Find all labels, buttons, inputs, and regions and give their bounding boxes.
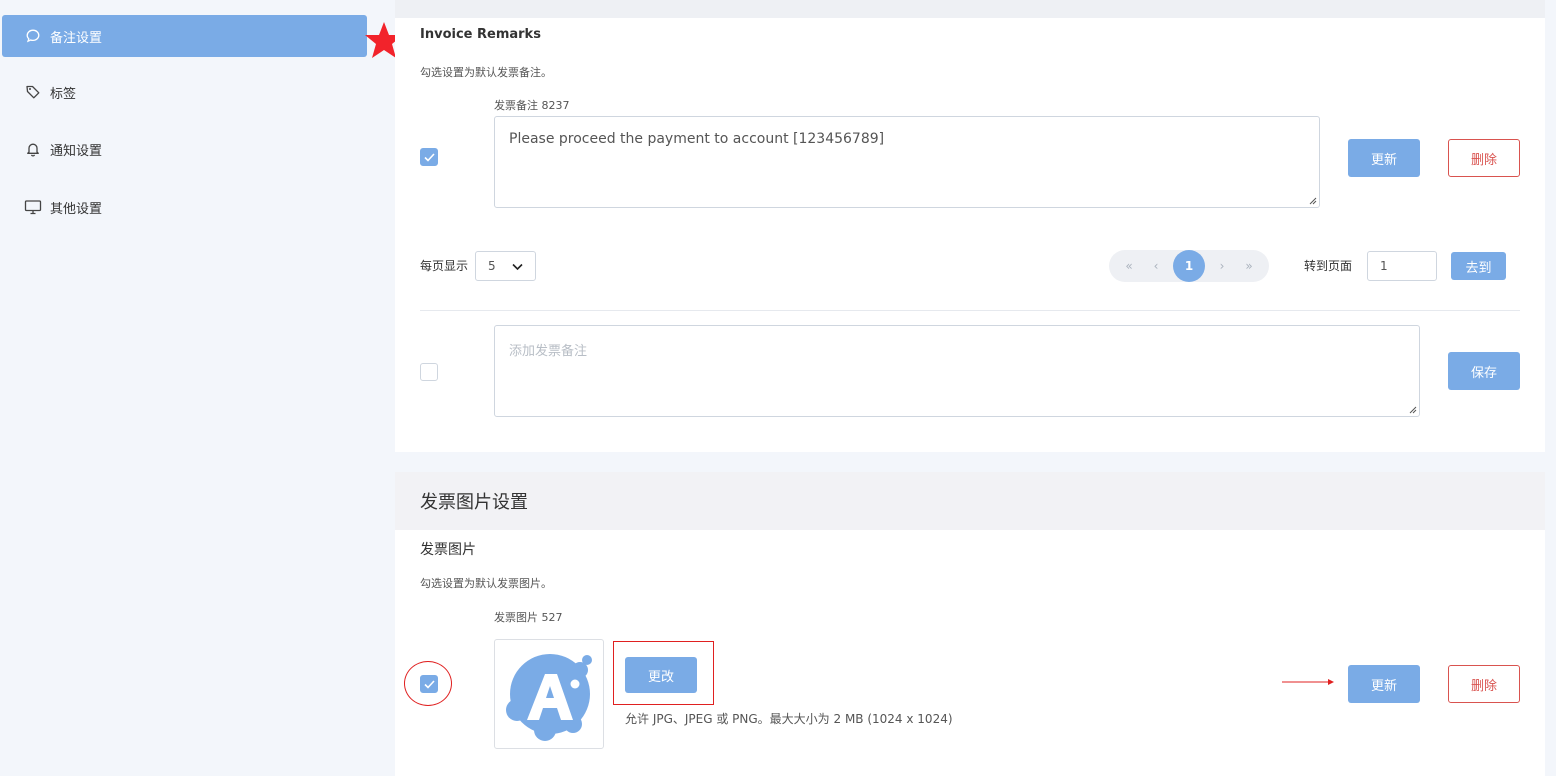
goto-page-value: 1 [1380, 259, 1388, 273]
pagination-next[interactable]: › [1212, 259, 1232, 273]
remark-textarea[interactable]: Please proceed the payment to account [1… [494, 116, 1320, 208]
delete-remark-button[interactable]: 删除 [1448, 139, 1520, 177]
resize-grip-icon[interactable] [1307, 195, 1317, 205]
sidebar-item-remark-settings[interactable]: 备注设置 [2, 15, 367, 57]
per-page-value: 5 [488, 259, 496, 273]
remarks-title: Invoice Remarks [420, 27, 541, 42]
chat-bubble-icon [24, 27, 42, 45]
delete-image-button[interactable]: 删除 [1448, 665, 1520, 703]
new-remark-checkbox[interactable] [420, 363, 438, 381]
bell-icon [24, 140, 42, 158]
sidebar-item-label: 其他设置 [50, 201, 103, 217]
save-remark-button[interactable]: 保存 [1448, 352, 1520, 390]
arrow-annotation-icon [1282, 679, 1334, 685]
app-logo-icon [506, 654, 592, 741]
remark-default-checkbox[interactable] [420, 148, 438, 166]
checkmark-icon [423, 679, 435, 689]
sidebar-item-other-settings[interactable]: 其他设置 [2, 186, 367, 228]
sidebar-item-label: 备注设置 [50, 30, 103, 46]
remark-item-label: 发票备注 8237 [494, 99, 570, 112]
sidebar-item-label: 标签 [50, 86, 77, 102]
image-item-label: 发票图片 527 [494, 611, 563, 624]
sidebar-item-label: 通知设置 [50, 143, 103, 159]
invoice-image-card: 发票图片 勾选设置为默认发票图片。 发票图片 527 更改 允许 JPG、JPE… [395, 530, 1545, 776]
remark-text: Please proceed the payment to account [1… [509, 131, 885, 147]
image-hint: 勾选设置为默认发票图片。 [420, 577, 552, 590]
update-remark-button[interactable]: 更新 [1348, 139, 1420, 177]
monitor-icon [24, 198, 42, 216]
remarks-hint: 勾选设置为默认发票备注。 [420, 66, 552, 79]
per-page-label: 每页显示 [420, 259, 469, 273]
divider [420, 310, 1520, 311]
pagination-first[interactable]: « [1119, 259, 1139, 273]
pagination-prev[interactable]: ‹ [1146, 259, 1166, 273]
resize-grip-icon[interactable] [1407, 404, 1417, 414]
sidebar: 备注设置 标签 通知设置 其他设置 [0, 0, 403, 776]
image-default-checkbox[interactable] [420, 675, 438, 693]
goto-page-input[interactable]: 1 [1367, 251, 1437, 281]
pagination-last[interactable]: » [1239, 259, 1259, 273]
per-page-select[interactable]: 5 [475, 251, 536, 281]
main-content: Invoice Remarks 勾选设置为默认发票备注。 发票备注 8237 P… [395, 0, 1545, 776]
goto-page-label: 转到页面 [1304, 259, 1353, 273]
pagination-current[interactable]: 1 [1173, 250, 1205, 282]
change-image-button[interactable]: 更改 [625, 657, 697, 693]
invoice-image-preview [494, 639, 604, 749]
update-image-button[interactable]: 更新 [1348, 665, 1420, 703]
image-settings-title: 发票图片设置 [420, 492, 528, 513]
top-band [395, 0, 1545, 18]
chevron-down-icon [512, 263, 523, 271]
pagination: « ‹ 1 › » [1109, 250, 1269, 282]
allowed-formats-note: 允许 JPG、JPEG 或 PNG。最大大小为 2 MB (1024 x 102… [625, 712, 953, 726]
tag-icon [24, 83, 42, 101]
sidebar-item-notification-settings[interactable]: 通知设置 [2, 128, 367, 170]
new-remark-textarea[interactable]: 添加发票备注 [494, 325, 1420, 417]
image-settings-header: 发票图片设置 [395, 472, 1545, 530]
new-remark-placeholder: 添加发票备注 [509, 344, 588, 359]
invoice-remarks-card: Invoice Remarks 勾选设置为默认发票备注。 发票备注 8237 P… [395, 18, 1545, 452]
goto-page-button[interactable]: 去到 [1451, 252, 1506, 280]
checkmark-icon [423, 152, 435, 162]
image-title: 发票图片 [420, 542, 476, 558]
sidebar-item-tags[interactable]: 标签 [2, 71, 367, 113]
